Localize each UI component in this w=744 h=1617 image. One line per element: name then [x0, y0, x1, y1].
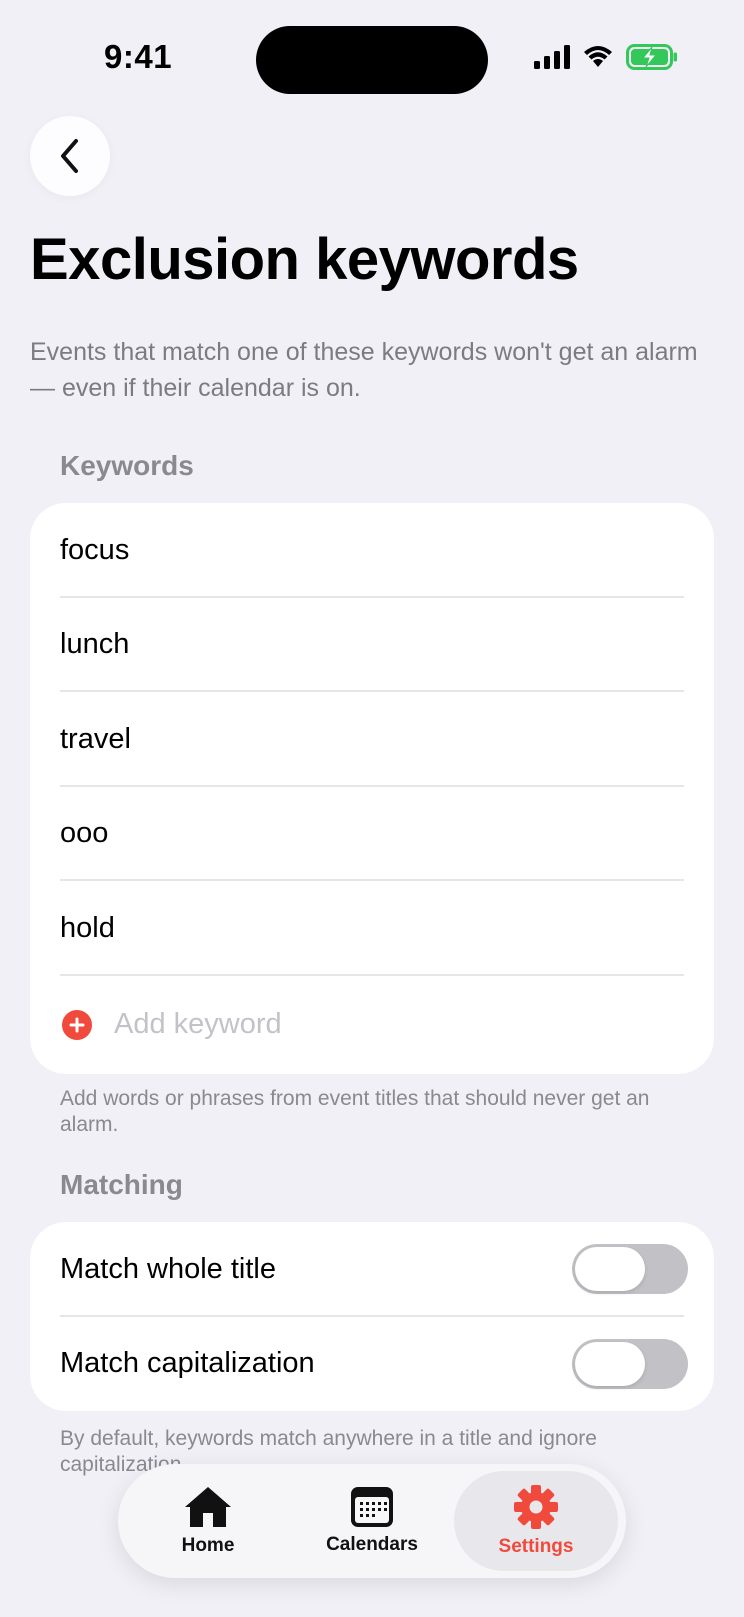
keywords-section-header: Keywords: [60, 450, 194, 481]
keyword-label: travel: [60, 722, 131, 755]
tab-settings[interactable]: Settings: [454, 1471, 618, 1571]
keyword-label: ooo: [60, 817, 109, 850]
page-description: Events that match one of these keywords …: [30, 338, 698, 402]
battery-charging-icon: [626, 44, 677, 70]
calendar-icon: [351, 1487, 393, 1527]
tab-bar: Home Calendars Settings: [118, 1464, 626, 1578]
tab-calendars-label: Calendars: [326, 1534, 418, 1555]
signal-icon: [534, 45, 570, 69]
match-capitalization-label: Match capitalization: [60, 1347, 315, 1380]
status-time: 9:41: [104, 38, 173, 75]
match-capitalization-row: Match capitalization: [30, 1317, 714, 1412]
keyword-row[interactable]: hold: [30, 881, 714, 976]
keyword-row[interactable]: ooo: [30, 787, 714, 882]
tab-settings-label: Settings: [498, 1536, 574, 1557]
keyword-label: lunch: [60, 628, 130, 661]
add-keyword-row[interactable]: [30, 976, 714, 1074]
gear-icon: [514, 1485, 558, 1529]
keyword-row[interactable]: focus: [30, 503, 714, 598]
matching-options: Match whole title Match capitalization: [30, 1222, 714, 1411]
chevron-left-icon: [61, 139, 78, 173]
add-circle-icon[interactable]: [62, 1009, 92, 1040]
status-icons: [534, 44, 678, 70]
keyword-label: focus: [60, 533, 130, 566]
keyword-row[interactable]: lunch: [30, 598, 714, 693]
keywords-list: focus lunch travel ooo hold: [30, 503, 714, 1074]
add-keyword-input[interactable]: [114, 1008, 674, 1041]
dynamic-island: [256, 26, 488, 94]
tab-calendars[interactable]: Calendars: [290, 1471, 454, 1571]
tab-home-label: Home: [181, 1535, 235, 1556]
match-whole-title-label: Match whole title: [60, 1252, 276, 1285]
keyword-label: hold: [60, 911, 115, 944]
toggle-knob: [575, 1341, 645, 1386]
match-capitalization-toggle[interactable]: [572, 1338, 688, 1389]
back-button[interactable]: [30, 116, 110, 196]
keyword-row[interactable]: travel: [30, 692, 714, 787]
house-icon: [185, 1487, 231, 1527]
page-title: Exclusion keywords: [30, 227, 579, 292]
keywords-footnote: Add words or phrases from event titles t…: [60, 1087, 650, 1136]
screen: 9:41 Exclusion keywords Events that matc…: [0, 0, 744, 1617]
matching-section-header: Matching: [60, 1169, 183, 1200]
wifi-icon: [584, 46, 612, 67]
match-whole-title-row: Match whole title: [30, 1222, 714, 1317]
match-whole-title-toggle[interactable]: [572, 1244, 688, 1295]
toggle-knob: [575, 1247, 645, 1292]
tab-home[interactable]: Home: [126, 1471, 290, 1571]
